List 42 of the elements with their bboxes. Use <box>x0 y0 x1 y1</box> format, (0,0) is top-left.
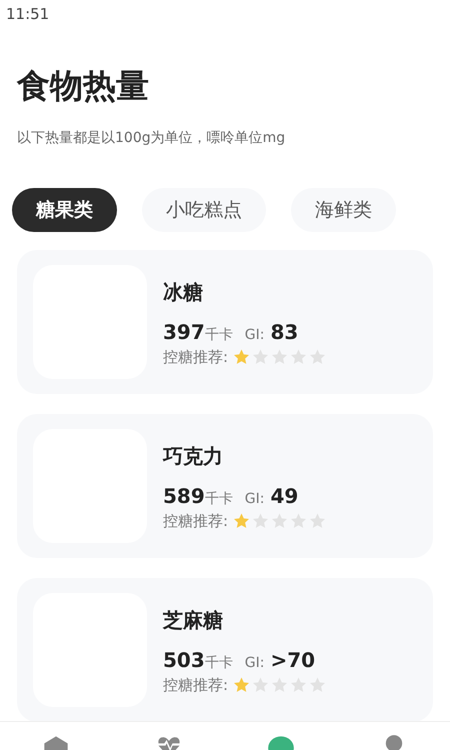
subtitle: 以下热量都是以100g为单位，嘌呤单位mg <box>16 129 286 148</box>
category-tab[interactable]: 糖果类 <box>12 188 117 232</box>
star-icon <box>232 348 252 366</box>
gi-value: 49 <box>270 484 298 508</box>
star-icon <box>251 348 270 366</box>
food-name: 芝麻糖 <box>163 606 223 634</box>
gi-label: GI: <box>244 490 264 508</box>
category-tab[interactable]: 小吃糕点 <box>142 188 266 232</box>
calorie-value: 397 <box>163 320 205 344</box>
calorie-unit: 千卡 <box>204 654 233 672</box>
food-card[interactable]: 冰糖 397千卡 GI: 83 控糖推荐: <box>17 250 433 394</box>
food-card[interactable]: 巧克力 589千卡 GI: 49 控糖推荐: <box>17 414 433 558</box>
food-name: 冰糖 <box>163 278 203 306</box>
star-icon <box>289 348 308 366</box>
star-icon <box>308 512 328 530</box>
star-icon <box>289 676 308 694</box>
food-card[interactable]: 芝麻糖 503千卡 GI: >70 控糖推荐: <box>17 578 433 721</box>
calorie-value: 589 <box>163 484 205 508</box>
star-icon <box>232 676 252 694</box>
star-icon <box>270 348 290 366</box>
page-title: 食物热量 <box>16 65 149 107</box>
star-icon <box>308 676 328 694</box>
star-icon <box>308 348 328 366</box>
gi-value: >70 <box>270 648 316 672</box>
food-name: 巧克力 <box>163 442 223 470</box>
recommend-label: 控糖推荐: <box>163 510 228 530</box>
gi-label: GI: <box>244 326 264 344</box>
calorie-unit: 千卡 <box>204 490 233 508</box>
star-icon <box>270 512 290 530</box>
category-tab[interactable]: 海鲜类 <box>291 188 396 232</box>
status-time: 11:51 <box>5 4 50 24</box>
calorie-unit: 千卡 <box>204 326 233 344</box>
star-icon <box>251 676 270 694</box>
recommend-label: 控糖推荐: <box>163 346 228 366</box>
star-icon <box>289 512 308 530</box>
recommend-label: 控糖推荐: <box>163 674 228 694</box>
star-icon <box>251 512 270 530</box>
star-icon <box>232 512 252 530</box>
calorie-value: 503 <box>163 648 205 672</box>
gi-label: GI: <box>244 654 264 672</box>
gi-value: 83 <box>270 320 298 344</box>
star-icon <box>270 676 290 694</box>
